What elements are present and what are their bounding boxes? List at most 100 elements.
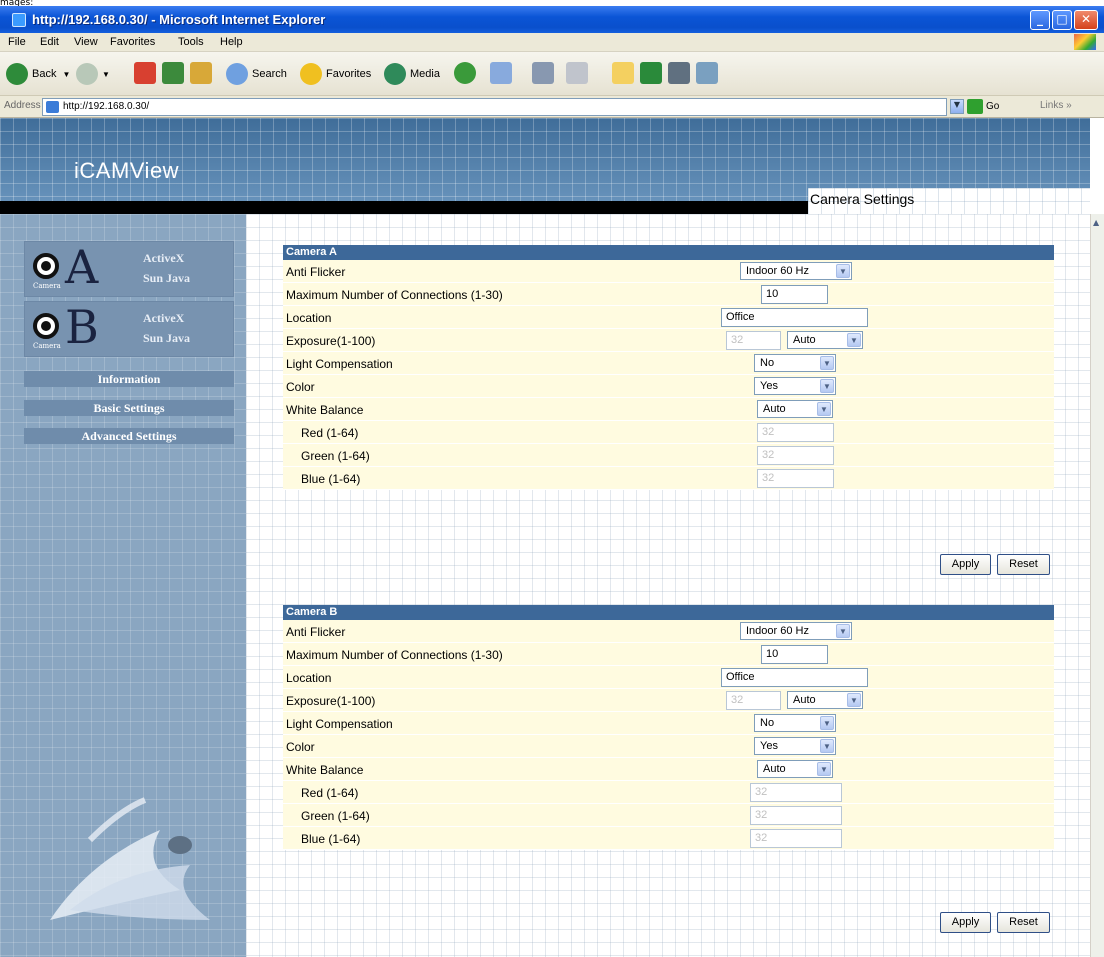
exposure-mode-select[interactable]: Auto ▼ (787, 331, 863, 349)
color-row: Color Yes ▼ (283, 735, 1054, 758)
camera-a-reset-button[interactable]: Reset (997, 554, 1050, 575)
forward-arrow-icon (76, 63, 98, 85)
max-connections-row: Maximum Number of Connections (1-30) 10 (283, 643, 1054, 666)
search-button[interactable]: Search (226, 62, 287, 86)
folder-icon[interactable] (612, 62, 634, 84)
media-label: Media (410, 68, 440, 80)
location-row: Location Office (283, 666, 1054, 689)
location-input[interactable]: Office (721, 668, 868, 687)
camera-a-java-link[interactable]: Sun Java (143, 271, 190, 286)
menu-file[interactable]: File (8, 36, 26, 48)
exposure-input[interactable]: 32 (726, 691, 781, 710)
scroll-up-icon[interactable]: ▲ (1093, 218, 1099, 227)
white-balance-value: Auto (763, 763, 786, 775)
camera-b-activex-link[interactable]: ActiveX (143, 311, 184, 326)
exposure-mode-value: Auto (793, 334, 816, 346)
max-connections-label: Maximum Number of Connections (1-30) (286, 288, 503, 302)
go-arrow-icon (967, 99, 983, 114)
location-input[interactable]: Office (721, 308, 868, 327)
anti-flicker-select[interactable]: Indoor 60 Hz ▼ (740, 622, 852, 640)
refresh-icon[interactable] (162, 62, 184, 84)
exposure-row: Exposure(1-100) 32 Auto ▼ (283, 329, 1054, 352)
back-button[interactable]: Back ▼ (6, 62, 70, 86)
research-icon[interactable] (668, 62, 690, 84)
white-balance-row: White Balance Auto ▼ (283, 758, 1054, 781)
light-compensation-select[interactable]: No ▼ (754, 354, 836, 372)
exposure-input[interactable]: 32 (726, 331, 781, 350)
red-row: Red (1-64) 32 (283, 781, 1054, 804)
camera-a-activex-link[interactable]: ActiveX (143, 251, 184, 266)
camera-a-apply-button[interactable]: Apply (940, 554, 991, 575)
favorites-button[interactable]: Favorites (300, 62, 371, 86)
chevron-down-icon: ▼ (820, 716, 834, 730)
favorites-label: Favorites (326, 68, 372, 80)
menu-tools[interactable]: Tools (178, 36, 204, 48)
color-select[interactable]: Yes ▼ (754, 737, 836, 755)
vertical-scrollbar[interactable]: ▲ (1090, 214, 1104, 957)
menu-view[interactable]: View (74, 36, 98, 48)
white-balance-select[interactable]: Auto ▼ (757, 760, 833, 778)
media-button[interactable]: Media (384, 62, 440, 86)
discuss-icon[interactable] (696, 62, 718, 84)
history-icon[interactable] (454, 62, 476, 84)
light-compensation-row: Light Compensation No ▼ (283, 352, 1054, 375)
green-label: Green (1-64) (301, 449, 370, 463)
camera-a-letter: A (65, 240, 99, 294)
chevron-down-icon: ▼ (847, 333, 861, 347)
address-label: Address (4, 100, 41, 111)
camera-b-reset-button[interactable]: Reset (997, 912, 1050, 933)
red-input[interactable]: 32 (750, 783, 842, 802)
edit-icon[interactable] (566, 62, 588, 84)
address-input[interactable]: http://192.168.0.30/ (42, 98, 947, 116)
home-icon[interactable] (190, 62, 212, 84)
menu-bar: File Edit View Favorites Tools Help (0, 33, 1104, 52)
minimize-button[interactable]: _ (1030, 10, 1050, 30)
max-connections-input[interactable]: 10 (761, 285, 828, 304)
go-label: Go (986, 101, 1000, 112)
white-balance-label: White Balance (286, 403, 364, 417)
camera-b-java-link[interactable]: Sun Java (143, 331, 190, 346)
green-input[interactable]: 32 (757, 446, 834, 465)
nav-information[interactable]: Information (24, 371, 234, 387)
location-label: Location (286, 311, 332, 325)
blue-input[interactable]: 32 (750, 829, 842, 848)
exposure-mode-select[interactable]: Auto ▼ (787, 691, 863, 709)
nav-basic-settings[interactable]: Basic Settings (24, 400, 234, 416)
go-button[interactable]: Go (967, 99, 999, 114)
decorative-bird-image (50, 797, 210, 920)
mail-icon[interactable] (490, 62, 512, 84)
camera-a-caption: Camera (33, 282, 61, 290)
chevron-down-icon: ▼ (820, 379, 834, 393)
print-icon[interactable] (532, 62, 554, 84)
light-compensation-select[interactable]: No ▼ (754, 714, 836, 732)
location-label: Location (286, 671, 332, 685)
white-balance-label: White Balance (286, 763, 364, 777)
camera-b-apply-button[interactable]: Apply (940, 912, 991, 933)
messenger-icon[interactable] (640, 62, 662, 84)
page-title: Camera Settings (808, 188, 1090, 214)
nav-advanced-settings[interactable]: Advanced Settings (24, 428, 234, 444)
color-select[interactable]: Yes ▼ (754, 377, 836, 395)
search-label: Search (252, 68, 287, 80)
menu-edit[interactable]: Edit (40, 36, 59, 48)
anti-flicker-select[interactable]: Indoor 60 Hz ▼ (740, 262, 852, 280)
links-button[interactable]: Links » (1040, 100, 1072, 111)
menu-help[interactable]: Help (220, 36, 243, 48)
color-label: Color (286, 380, 315, 394)
camera-b-caption: Camera (33, 342, 61, 350)
color-value: Yes (760, 380, 778, 392)
white-balance-select[interactable]: Auto ▼ (757, 400, 833, 418)
green-input[interactable]: 32 (750, 806, 842, 825)
max-connections-input[interactable]: 10 (761, 645, 828, 664)
red-input[interactable]: 32 (757, 423, 834, 442)
stop-icon[interactable] (134, 62, 156, 84)
blue-input[interactable]: 32 (757, 469, 834, 488)
forward-button[interactable]: ▼ (76, 62, 110, 86)
chevron-down-icon: ▼ (836, 264, 850, 278)
anti-flicker-label: Anti Flicker (286, 625, 346, 639)
chevron-down-icon: ▼ (820, 739, 834, 753)
maximize-button[interactable]: □ (1052, 10, 1072, 30)
address-dropdown-icon[interactable]: ▼ (950, 99, 964, 114)
close-button[interactable]: ✕ (1074, 10, 1098, 30)
menu-favorites[interactable]: Favorites (110, 36, 155, 48)
